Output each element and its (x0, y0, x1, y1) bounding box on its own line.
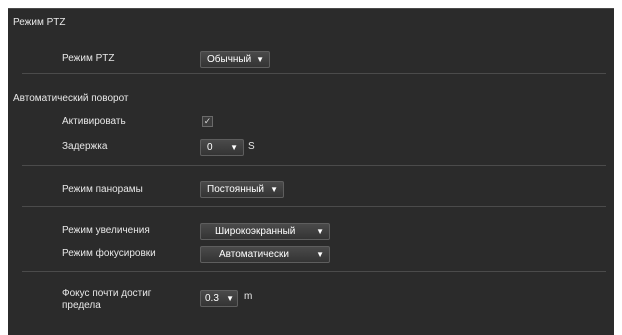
near-focus-label-line1: Фокус почти достиг (62, 288, 152, 299)
zoom-mode-value: Широкоэкранный (215, 226, 296, 237)
caret-down-icon: ▼ (230, 143, 238, 152)
focus-mode-select[interactable]: Автоматически ▼ (200, 246, 330, 263)
caret-down-icon: ▼ (256, 55, 264, 64)
panorama-mode-select[interactable]: Постоянный ▼ (200, 181, 284, 198)
divider (22, 271, 606, 272)
delay-select[interactable]: 0 ▼ (200, 139, 244, 156)
section-title-ptz: Режим PTZ (13, 17, 66, 28)
near-focus-select[interactable]: 0.3 ▼ (200, 290, 238, 307)
ptz-mode-value: Обычный (207, 54, 252, 65)
delay-unit: S (248, 141, 255, 152)
checkmark-icon: ✓ (203, 116, 212, 126)
near-focus-value: 0.3 (205, 293, 219, 304)
section-title-auto-rotate: Автоматический поворот (13, 93, 129, 104)
panorama-mode-label: Режим панорамы (62, 184, 143, 195)
caret-down-icon: ▼ (316, 227, 324, 236)
settings-panel: Режим PTZ Режим PTZ Обычный ▼ Автоматиче… (8, 8, 614, 335)
focus-mode-value: Автоматически (219, 249, 289, 260)
activate-label: Активировать (62, 116, 126, 127)
near-focus-label-line2: предела (62, 300, 101, 311)
delay-value: 0 (207, 142, 213, 153)
divider (22, 165, 606, 166)
near-focus-unit: m (244, 291, 253, 302)
zoom-mode-label: Режим увеличения (62, 225, 150, 236)
divider (22, 73, 606, 74)
divider (22, 206, 606, 207)
ptz-mode-label: Режим PTZ (62, 53, 115, 64)
focus-mode-label: Режим фокусировки (62, 248, 156, 259)
caret-down-icon: ▼ (226, 294, 234, 303)
delay-label: Задержка (62, 141, 108, 152)
caret-down-icon: ▼ (316, 250, 324, 259)
panorama-mode-value: Постоянный (207, 184, 265, 195)
caret-down-icon: ▼ (270, 185, 278, 194)
ptz-mode-select[interactable]: Обычный ▼ (200, 51, 270, 68)
activate-checkbox[interactable]: ✓ (202, 116, 213, 127)
zoom-mode-select[interactable]: Широкоэкранный ▼ (200, 223, 330, 240)
